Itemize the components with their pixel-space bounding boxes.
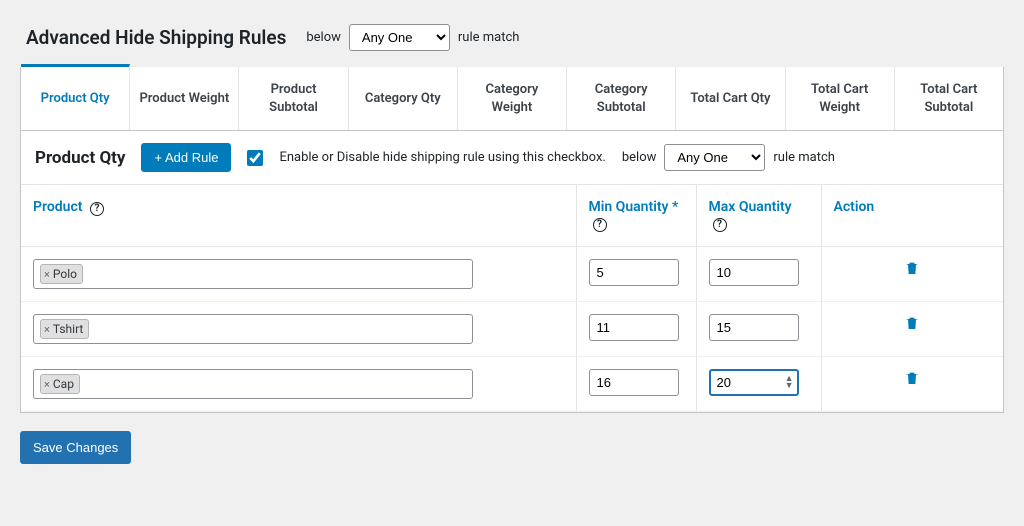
delete-row-button[interactable]	[834, 259, 992, 277]
tab-product-subtotal[interactable]: Product Subtotal	[239, 67, 348, 130]
product-tag[interactable]: ×Cap	[40, 374, 80, 394]
product-tag[interactable]: ×Polo	[40, 264, 83, 284]
tab-total-cart-subtotal[interactable]: Total Cart Subtotal	[895, 67, 1003, 130]
tab-category-subtotal[interactable]: Category Subtotal	[567, 67, 676, 130]
col-product: Product ?	[21, 185, 576, 247]
tab-category-weight[interactable]: Category Weight	[458, 67, 567, 130]
page-title: Advanced Hide Shipping Rules	[26, 26, 286, 49]
panel-title: Product Qty	[35, 148, 125, 168]
help-icon[interactable]: ?	[90, 202, 104, 216]
delete-row-button[interactable]	[834, 314, 992, 332]
header-row: Advanced Hide Shipping Rules below Any O…	[20, 20, 1004, 67]
delete-row-button[interactable]	[834, 369, 992, 387]
tab-category-qty[interactable]: Category Qty	[349, 67, 458, 130]
panel-match-select[interactable]: Any One	[664, 144, 765, 171]
table-row: ×Cap▲▼	[21, 357, 1003, 412]
panel-rule-match-label: rule match	[773, 150, 835, 165]
panel-bar: Product Qty + Add Rule Enable or Disable…	[21, 131, 1003, 185]
remove-tag-icon[interactable]: ×	[42, 323, 52, 336]
col-action: Action	[821, 185, 1003, 247]
panel-match-group: below Any One rule match	[622, 144, 835, 171]
header-match-group: below Any One rule match	[306, 24, 519, 51]
col-max: Max Quantity ?	[696, 185, 821, 247]
col-min: Min Quantity * ?	[576, 185, 696, 247]
enable-label: Enable or Disable hide shipping rule usi…	[279, 150, 605, 165]
min-quantity-input[interactable]	[589, 259, 679, 286]
rule-match-label: rule match	[458, 30, 520, 45]
max-quantity-input[interactable]	[709, 259, 799, 286]
rules-table: Product ? Min Quantity * ? Max Quantity …	[21, 185, 1003, 412]
remove-tag-icon[interactable]: ×	[42, 268, 52, 281]
min-quantity-input[interactable]	[589, 369, 679, 396]
remove-tag-icon[interactable]: ×	[42, 378, 52, 391]
add-rule-button[interactable]: + Add Rule	[141, 143, 231, 172]
product-tag-input[interactable]: ×Tshirt	[33, 314, 473, 344]
tab-total-cart-weight[interactable]: Total Cart Weight	[786, 67, 895, 130]
tab-product-qty[interactable]: Product Qty	[21, 64, 130, 130]
max-quantity-input[interactable]	[709, 314, 799, 341]
product-tag-input[interactable]: ×Cap	[33, 369, 473, 399]
below-label: below	[306, 30, 341, 45]
tabs: Product Qty Product Weight Product Subto…	[20, 67, 1004, 131]
product-tag-input[interactable]: ×Polo	[33, 259, 473, 289]
header-match-select[interactable]: Any One	[349, 24, 450, 51]
table-row: ×Polo	[21, 247, 1003, 302]
tab-total-cart-qty[interactable]: Total Cart Qty	[676, 67, 785, 130]
tab-product-weight[interactable]: Product Weight	[130, 67, 239, 130]
panel-below-label: below	[622, 150, 657, 165]
help-icon[interactable]: ?	[593, 218, 607, 232]
enable-checkbox[interactable]	[247, 150, 263, 166]
save-changes-button[interactable]: Save Changes	[20, 431, 131, 464]
min-quantity-input[interactable]	[589, 314, 679, 341]
help-icon[interactable]: ?	[713, 218, 727, 232]
max-quantity-input[interactable]	[709, 369, 799, 396]
product-tag[interactable]: ×Tshirt	[40, 319, 89, 339]
table-row: ×Tshirt	[21, 302, 1003, 357]
panel: Product Qty + Add Rule Enable or Disable…	[20, 131, 1004, 413]
